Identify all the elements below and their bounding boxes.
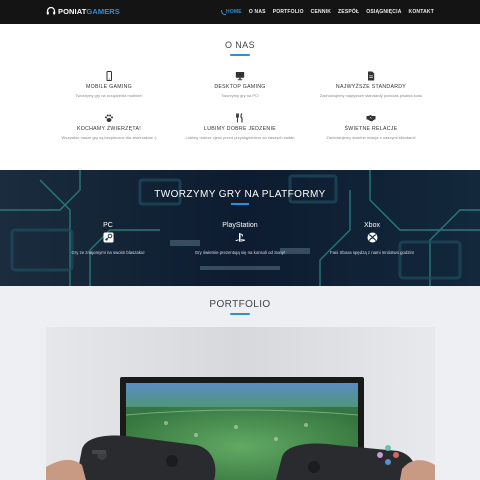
- platforms-title: TWORZYMY GRY NA PLATFORMY: [154, 189, 326, 200]
- feature-animals: KOCHAMY ZWIERZĘTA! Wszystkie nasze gry s…: [44, 113, 174, 141]
- platform-playstation: PlayStation Gry świetnie prezentują się …: [170, 222, 310, 255]
- feature-standards: NAJWYŻSZE STANDARDY Zachowujemy najwyższ…: [306, 71, 436, 99]
- platforms-section: TWORZYMY GRY NA PLATFORMY PC Gry ze znaj…: [0, 170, 480, 286]
- feature-mobile: MOBILE GAMING Tworzymy gry na urządzenia…: [44, 71, 174, 99]
- portfolio-title: PORTFOLIO: [209, 299, 271, 310]
- feature-title: LUBIMY DOBRE JEDZENIE: [204, 126, 276, 132]
- about-title: O NAS: [224, 40, 255, 50]
- platform-xbox: Xbox Fani Xboxa spędzą z nami mnóstwo go…: [302, 222, 442, 255]
- logo[interactable]: PONIAT GAMERS: [46, 6, 120, 16]
- playstation-icon: [234, 233, 245, 242]
- feature-relations: ŚWIETNE RELACJE Zachowujemy świetne rela…: [306, 113, 436, 141]
- feature-desc: Wszystkie nasze gry są bezpieczne dla zw…: [61, 135, 157, 140]
- platform-name: PC: [103, 222, 113, 229]
- platform-name: PlayStation: [222, 222, 258, 229]
- mobile-icon: [106, 71, 112, 81]
- main-nav: HOME O NAS PORTFOLIO CENNIK ZESPÓŁ OSIĄG…: [221, 0, 434, 24]
- gaming-photo: [46, 327, 435, 480]
- nav-portfolio[interactable]: PORTFOLIO: [273, 9, 304, 15]
- nav-team[interactable]: ZESPÓŁ: [338, 9, 359, 15]
- feature-desc: Zachowujemy świetne relacje z naszymi kl…: [326, 135, 416, 140]
- about-section: O NAS MOBILE GAMING Tworzymy gry na urzą…: [0, 24, 480, 170]
- nav-contact[interactable]: KONTAKT: [409, 9, 434, 15]
- paw-icon: [105, 114, 113, 122]
- feature-desc: Zachowujemy najwyższe standardy podczas …: [319, 93, 423, 98]
- platform-desc: Fani Xboxa spędzą z nami mnóstwo godzin!: [329, 250, 415, 255]
- feature-desc: Lubimy dobrze zjeść przed przystąpieniem…: [185, 135, 295, 140]
- feature-desktop: DESKTOP GAMING Tworzymy gry na PC!: [175, 71, 305, 99]
- navbar: PONIAT GAMERS HOME O NAS PORTFOLIO CENNIK…: [0, 0, 480, 24]
- portfolio-title-underline: [230, 313, 250, 315]
- nav-about[interactable]: O NAS: [249, 9, 266, 15]
- feature-title: MOBILE GAMING: [86, 84, 132, 90]
- platform-pc: PC Gry ze znajomymi na swoim blaszaku!: [38, 222, 178, 255]
- desktop-icon: [235, 72, 245, 81]
- nav-achievements[interactable]: OSIĄGNIĘCIA: [366, 9, 401, 15]
- document-icon: [368, 71, 375, 81]
- feature-title: KOCHAMY ZWIERZĘTA!: [76, 126, 141, 132]
- feature-title: ŚWIETNE RELACJE: [344, 126, 398, 132]
- platform-desc: Gry świetnie prezentują się na konsoli o…: [194, 250, 286, 255]
- feature-title: NAJWYŻSZE STANDARDY: [335, 84, 407, 90]
- feature-desc: Tworzymy gry na urządzenia mobilne!: [75, 93, 143, 98]
- headset-icon: [46, 6, 56, 15]
- nav-home[interactable]: HOME: [221, 9, 242, 15]
- cutlery-icon: [236, 113, 243, 123]
- platforms-title-underline: [231, 203, 249, 205]
- platform-desc: Gry ze znajomymi na swoim blaszaku!: [71, 250, 145, 255]
- xbox-icon: [367, 232, 377, 243]
- feature-desc: Tworzymy gry na PC!: [220, 93, 259, 98]
- platform-name: Xbox: [364, 222, 380, 229]
- feature-food: LUBIMY DOBRE JEDZENIE Lubimy dobrze zjeś…: [175, 113, 305, 141]
- portfolio-image[interactable]: [46, 327, 435, 480]
- handshake-icon: [366, 115, 376, 122]
- logo-text-primary: PONIAT: [58, 6, 87, 16]
- steam-icon: [103, 232, 113, 243]
- nav-pricing[interactable]: CENNIK: [311, 9, 331, 15]
- portfolio-section: PORTFOLIO: [0, 286, 480, 480]
- about-title-underline: [230, 54, 250, 56]
- feature-title: DESKTOP GAMING: [214, 84, 266, 90]
- logo-text-accent: GAMERS: [86, 6, 120, 16]
